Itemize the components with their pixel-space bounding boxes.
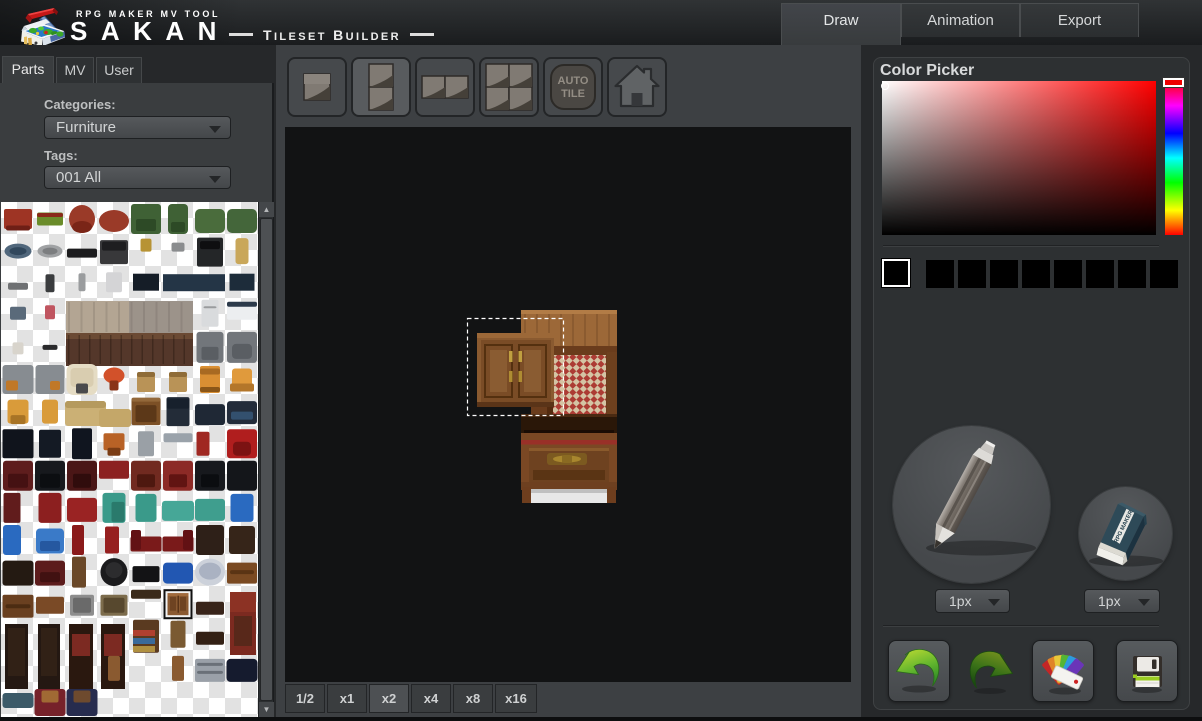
svg-text:AUTO: AUTO — [558, 75, 589, 87]
svg-text:TILE: TILE — [561, 88, 585, 100]
